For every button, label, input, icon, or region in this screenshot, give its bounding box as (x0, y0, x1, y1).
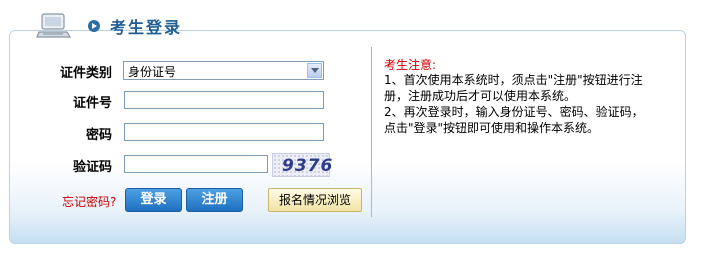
captcha-image-text: 9376 (282, 156, 334, 176)
id-number-label: 证件号 (72, 96, 112, 111)
chevron-down-icon[interactable] (307, 63, 322, 78)
id-type-selected-value: 身份证号 (128, 65, 177, 79)
password-input[interactable] (124, 123, 324, 141)
notice-line: 点击"登录"按钮即可使用和操作本系统。 (384, 121, 600, 135)
notice-line: 册，注册成功后才可以使用本系统。 (384, 89, 577, 103)
id-number-input[interactable] (124, 91, 324, 109)
id-type-label: 证件类别 (59, 66, 112, 81)
header-arrow-icon (88, 20, 100, 32)
page-title: 考生登录 (110, 18, 183, 37)
captcha-label: 验证码 (72, 160, 112, 175)
password-label: 密码 (85, 128, 112, 143)
notice-line: 2、再次登录时，输入身份证号、密码、验证码， (384, 105, 644, 119)
computer-icon (36, 13, 72, 38)
register-button[interactable]: 注册 (186, 188, 243, 212)
id-type-select[interactable]: 身份证号 (123, 61, 324, 80)
notice-line: 1、首次使用本系统时，须点击"注册"按钮进行注 (384, 73, 643, 87)
forgot-password-link[interactable]: 忘记密码? (62, 193, 116, 210)
captcha-input[interactable] (124, 155, 268, 173)
vertical-divider (371, 47, 372, 217)
browse-registration-button[interactable]: 报名情况浏览 (268, 188, 362, 212)
login-button[interactable]: 登录 (125, 188, 182, 212)
captcha-image[interactable]: 9376 (272, 153, 334, 177)
